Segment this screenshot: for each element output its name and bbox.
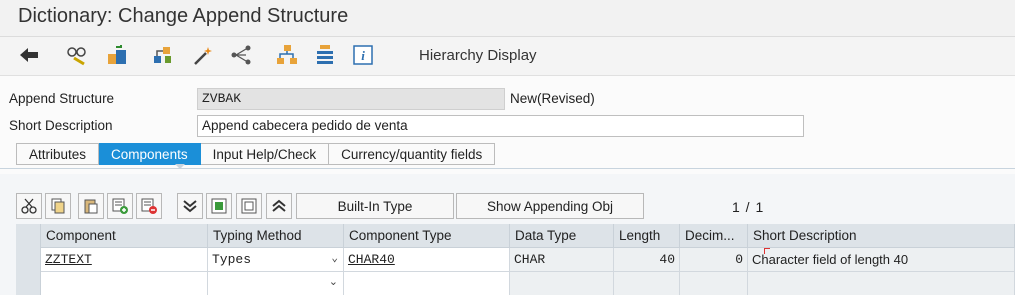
svg-text:i: i bbox=[361, 48, 365, 63]
insert-row-icon[interactable] bbox=[107, 193, 133, 219]
column-header-data-type[interactable]: Data Type bbox=[510, 224, 614, 248]
status-text: New(Revised) bbox=[510, 91, 595, 106]
column-header-typing-method[interactable]: Typing Method bbox=[208, 224, 344, 248]
column-header-decimals[interactable]: Decim... bbox=[680, 224, 748, 248]
cell-component-type-empty[interactable] bbox=[344, 272, 510, 295]
title-bar: Dictionary: Change Append Structure bbox=[0, 0, 1015, 37]
cut-icon[interactable] bbox=[16, 193, 42, 219]
insert-include-icon[interactable] bbox=[206, 193, 232, 219]
collapse-up-icon[interactable] bbox=[266, 193, 292, 219]
cell-data-type-empty bbox=[510, 272, 614, 295]
cell-length-empty bbox=[614, 272, 680, 295]
show-appending-obj-button[interactable]: Show Appending Obj bbox=[456, 193, 644, 219]
table-toolbar: Built-In Type Show Appending Obj 1 / 1 bbox=[0, 188, 1015, 222]
cell-short-description-empty[interactable] bbox=[748, 272, 1015, 295]
cursor-marker bbox=[764, 248, 770, 254]
cell-decimals: 0 bbox=[680, 248, 748, 272]
info-icon[interactable]: i bbox=[350, 43, 376, 67]
chevron-down-icon[interactable]: ⌄ bbox=[329, 275, 338, 288]
cell-data-type: CHAR bbox=[510, 248, 614, 272]
page-indicator: 1 / 1 bbox=[732, 199, 765, 215]
hierarchy-display-button[interactable]: Hierarchy Display bbox=[419, 47, 537, 64]
column-header-component-type[interactable]: Component Type bbox=[344, 224, 510, 248]
short-description-field[interactable]: Append cabecera pedido de venta bbox=[197, 115, 804, 137]
cell-component[interactable]: ZZTEXT bbox=[41, 248, 208, 272]
collapse-down-icon[interactable] bbox=[177, 193, 203, 219]
paste-icon[interactable] bbox=[78, 193, 104, 219]
delete-row-icon[interactable] bbox=[136, 193, 162, 219]
tab-separator bbox=[0, 168, 1015, 169]
stack-icon[interactable] bbox=[312, 43, 338, 67]
back-arrow-icon[interactable] bbox=[16, 43, 42, 67]
cell-short-description[interactable]: Character field of length 40 bbox=[748, 248, 1015, 272]
cell-typing-method-empty[interactable]: ⌄ bbox=[208, 272, 344, 295]
typing-method-value: Types bbox=[212, 252, 252, 267]
application-toolbar: i Hierarchy Display bbox=[0, 37, 1015, 76]
copy-icon[interactable] bbox=[45, 193, 71, 219]
page-title: Dictionary: Change Append Structure bbox=[18, 5, 349, 27]
cell-component-type[interactable]: CHAR40 bbox=[344, 248, 510, 272]
tab-currency-quantity-fields[interactable]: Currency/quantity fields bbox=[329, 143, 496, 165]
cell-component-empty[interactable] bbox=[41, 272, 208, 295]
column-header-length[interactable]: Length bbox=[614, 224, 680, 248]
components-table: Component Typing Method Component Type D… bbox=[16, 224, 1015, 295]
tab-attributes[interactable]: Attributes bbox=[16, 143, 100, 165]
built-in-type-button[interactable]: Built-In Type bbox=[296, 193, 454, 219]
cell-decimals-empty bbox=[680, 272, 748, 295]
where-used-icon[interactable] bbox=[150, 43, 176, 67]
tab-input-help-check[interactable]: Input Help/Check bbox=[200, 143, 330, 165]
short-description-label: Short Description bbox=[9, 118, 113, 133]
row-selector-column[interactable] bbox=[16, 224, 41, 295]
expand-include-icon[interactable] bbox=[236, 193, 262, 219]
cell-typing-method[interactable]: Types ⌄ bbox=[208, 248, 344, 272]
column-header-component[interactable]: Component bbox=[41, 224, 208, 248]
magic-wand-icon[interactable] bbox=[190, 43, 216, 67]
column-header-short-description[interactable]: Short Description bbox=[748, 224, 1015, 248]
navigation-icon[interactable] bbox=[228, 43, 254, 67]
append-structure-field[interactable]: ZVBAK bbox=[197, 88, 505, 110]
chevron-down-icon[interactable]: ⌄ bbox=[331, 251, 338, 265]
active-tab-caret bbox=[175, 164, 185, 169]
cell-length: 40 bbox=[614, 248, 680, 272]
append-structure-label: Append Structure bbox=[9, 91, 115, 106]
hierarchy-icon[interactable] bbox=[274, 43, 300, 67]
tab-strip: Attributes Components Input Help/Check C… bbox=[16, 143, 496, 165]
activate-icon[interactable] bbox=[104, 43, 130, 67]
display-change-icon[interactable] bbox=[64, 43, 90, 67]
tab-components[interactable]: Components bbox=[99, 143, 201, 165]
